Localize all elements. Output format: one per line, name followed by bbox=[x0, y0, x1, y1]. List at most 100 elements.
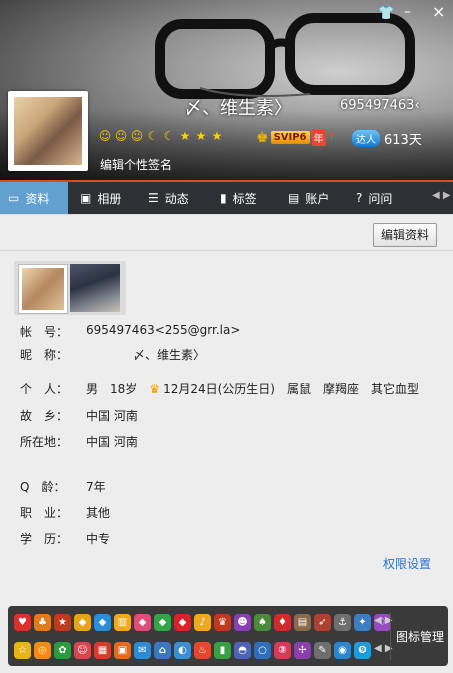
cart-icon[interactable]: ▦ bbox=[94, 642, 111, 659]
svip-year-tag: 年 bbox=[311, 129, 326, 146]
diamond-red-icon[interactable]: ◆ bbox=[174, 614, 191, 631]
qq-level-icons[interactable]: ☺ ☺ ☺ ☾ ☾ ★ ★ ★ bbox=[98, 129, 224, 143]
tab-tags[interactable]: ▮ 标签 bbox=[212, 182, 265, 214]
tab-account[interactable]: ▤ 账户 bbox=[280, 182, 337, 214]
avatar-image bbox=[14, 97, 82, 165]
icon-row-1: ♥ ♣ ★ ◆ ◆ ▥ ◆ ◆ ◆ ♪ ♛ ☻ ♠ ♦ ▤ ➶ ⚓ ✦ ♢ bbox=[14, 614, 391, 631]
star-level-icon: ★ bbox=[179, 129, 191, 143]
doll-icon[interactable]: ☺ bbox=[74, 642, 91, 659]
diamond-green-icon[interactable]: ◆ bbox=[154, 614, 171, 631]
diamond-pink-icon[interactable]: ◆ bbox=[134, 614, 151, 631]
tab-profile[interactable]: ▭ 资料 bbox=[0, 182, 68, 214]
heart-service-icon[interactable]: ♥ bbox=[14, 614, 31, 631]
profile-photo-thumb[interactable] bbox=[70, 264, 120, 312]
diamond-yellow-icon[interactable]: ◆ bbox=[74, 614, 91, 631]
zodiac-animal: 属鼠 bbox=[286, 382, 311, 396]
nickname: 〆、维生素〉 bbox=[184, 98, 292, 119]
wallet-icon[interactable]: ▤ bbox=[294, 614, 311, 631]
tab-bar: ▭ 资料 ▣ 相册 ☰ 动态 ▮ 标签 ▤ 账户 ? 问问 ◀ ▶ bbox=[0, 180, 453, 214]
sun-level-icon: ☺ bbox=[114, 129, 128, 143]
tab-feed[interactable]: ☰ 动态 bbox=[140, 182, 197, 214]
shop-icon[interactable]: ▣ bbox=[114, 642, 131, 659]
rocket-icon[interactable]: ➶ bbox=[314, 614, 331, 631]
mail-icon[interactable]: ✉ bbox=[134, 642, 151, 659]
leaf-icon[interactable]: ✿ bbox=[54, 642, 71, 659]
nickname-label: 昵 称： bbox=[20, 348, 69, 362]
swirl-icon[interactable]: ◐ bbox=[174, 642, 191, 659]
farm-icon[interactable]: ♠ bbox=[254, 614, 271, 631]
trophy-icon[interactable]: ♛ bbox=[214, 614, 231, 631]
number-icon[interactable]: ❾ bbox=[354, 642, 371, 659]
minimize-icon[interactable]: – bbox=[404, 4, 411, 20]
star-level-icon: ★ bbox=[195, 129, 207, 143]
badge-blue-icon[interactable]: ◉ bbox=[334, 642, 351, 659]
personal-label: 个 人： bbox=[20, 382, 69, 396]
photo-icon: ▣ bbox=[80, 191, 92, 205]
qq-number: 695497463‹ bbox=[340, 98, 420, 113]
bookmark-icon: ▮ bbox=[220, 191, 227, 205]
avatar[interactable] bbox=[8, 91, 88, 171]
pet-icon[interactable]: ☻ bbox=[234, 614, 251, 631]
red-apps-icon[interactable]: ♦ bbox=[274, 614, 291, 631]
svip-badge[interactable]: ♚ SVIP6 年 ↑ bbox=[256, 129, 336, 146]
sailboat-icon[interactable]: ◓ bbox=[234, 642, 251, 659]
puzzle-icon[interactable]: ✢ bbox=[294, 642, 311, 659]
permission-settings-link[interactable]: 权限设置 bbox=[383, 555, 431, 572]
nickname-value: 〆、维生素〉 bbox=[133, 348, 206, 362]
book-icon[interactable]: ▥ bbox=[114, 614, 131, 631]
icon-tray: ♥ ♣ ★ ◆ ◆ ▥ ◆ ◆ ◆ ♪ ♛ ☻ ♠ ♦ ▤ ➶ ⚓ ✦ ♢ ☆ … bbox=[8, 606, 448, 666]
fire-icon[interactable]: ♨ bbox=[194, 642, 211, 659]
icon-manage-button[interactable]: 图标管理 bbox=[396, 628, 444, 645]
skin-tshirt-icon[interactable]: 👕 bbox=[378, 6, 394, 21]
profile-header: 👕 – × 〆、维生素〉 695497463‹ ☺ ☺ ☺ ☾ ☾ ★ ★ ★ … bbox=[0, 0, 453, 180]
close-icon[interactable]: × bbox=[432, 2, 445, 21]
personal-info-row: 男 18岁 ♛ 12月24日(公历生日) 属鼠 摩羯座 其它血型 bbox=[86, 380, 419, 397]
moon-level-icon: ☾ bbox=[163, 129, 175, 143]
svip-level: SVIP6 bbox=[270, 131, 310, 144]
age: 18岁 bbox=[110, 382, 138, 396]
moon-level-icon: ☾ bbox=[147, 129, 159, 143]
signature-edit[interactable]: 编辑个性签名 bbox=[100, 156, 172, 173]
qq-coin-icon[interactable]: ◎ bbox=[34, 642, 51, 659]
profile-content: 编辑资料 帐 号： 695497463<255@grr.la> 昵 称： 〆、维… bbox=[0, 214, 453, 605]
spark-icon[interactable]: ✦ bbox=[354, 614, 371, 631]
gender: 男 bbox=[86, 382, 99, 396]
education-value: 中专 bbox=[86, 532, 111, 546]
question-icon: ? bbox=[356, 191, 363, 205]
tab-label: 动态 bbox=[164, 191, 189, 206]
ship-icon[interactable]: ⚓ bbox=[334, 614, 351, 631]
daren-badge[interactable]: 达人 613天 bbox=[352, 129, 422, 148]
hometown-label: 故 乡： bbox=[20, 409, 69, 423]
show-service-icon[interactable]: ★ bbox=[54, 614, 71, 631]
briefcase-icon: ▤ bbox=[288, 191, 300, 205]
sun-level-icon: ☺ bbox=[130, 129, 144, 143]
blood-type: 其它血型 bbox=[371, 382, 420, 396]
account-label: 帐 号： bbox=[20, 325, 69, 339]
music-icon[interactable]: ♪ bbox=[194, 614, 211, 631]
tab-label: 标签 bbox=[232, 191, 257, 206]
house-icon[interactable]: ⌂ bbox=[154, 642, 171, 659]
star-level-icon: ★ bbox=[211, 129, 223, 143]
qage-label: Q 龄： bbox=[20, 480, 66, 494]
job-label: 职 业： bbox=[20, 506, 69, 520]
battery-icon[interactable]: ▮ bbox=[214, 642, 231, 659]
profile-photo-thumb[interactable] bbox=[18, 264, 68, 314]
edit-profile-button[interactable]: 编辑资料 bbox=[373, 223, 437, 247]
account-value: 695497463<255@grr.la> bbox=[86, 323, 241, 337]
game-service-icon[interactable]: ♣ bbox=[34, 614, 51, 631]
id-card-icon: ▭ bbox=[8, 191, 20, 205]
birthday-group: ♛ 12月24日(公历生日) bbox=[149, 380, 275, 397]
tab-scroll-arrows[interactable]: ◀ ▶ bbox=[432, 190, 451, 201]
ring-icon[interactable]: ○ bbox=[254, 642, 271, 659]
tab-album[interactable]: ▣ 相册 bbox=[72, 182, 129, 214]
tab-label: 问问 bbox=[368, 191, 393, 206]
number-three-icon[interactable]: ③ bbox=[274, 642, 291, 659]
constellation: 摩羯座 bbox=[322, 382, 359, 396]
location-label: 所在地： bbox=[20, 435, 69, 449]
diamond-blue-icon[interactable]: ◆ bbox=[94, 614, 111, 631]
star-yellow-icon[interactable]: ☆ bbox=[14, 642, 31, 659]
tab-ask[interactable]: ? 问问 bbox=[348, 182, 400, 214]
divider bbox=[390, 612, 391, 660]
divider bbox=[0, 250, 453, 251]
tool-icon[interactable]: ✎ bbox=[314, 642, 331, 659]
